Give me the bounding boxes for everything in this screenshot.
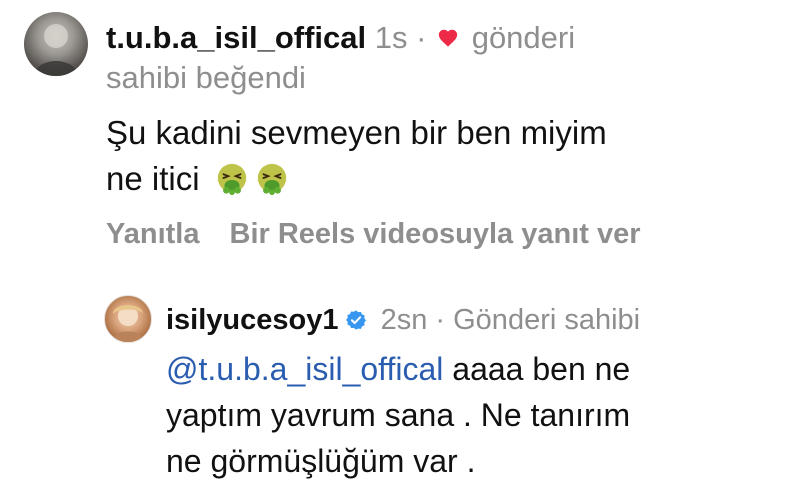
- reply-text-line3: ne görmüşlüğüm var .: [166, 443, 476, 479]
- reply-button[interactable]: Yanıtla: [106, 218, 200, 250]
- comment-thread: t.u.b.a_isil_offical 1s · gönderi sahibi…: [0, 0, 788, 492]
- reply-time: 2sn: [380, 304, 428, 336]
- avatar-post-owner[interactable]: [104, 295, 152, 343]
- reply-username[interactable]: isilyucesoy1: [166, 304, 339, 336]
- comment-text: Şu kadini sevmeyen bir ben miyim ne itic…: [106, 110, 766, 202]
- comment-time: 1s: [374, 20, 408, 55]
- comment-actions: Yanıtla Bir Reels videosuyla yanıt ver: [106, 214, 641, 254]
- reply-text-part1: aaaa ben ne: [452, 351, 631, 387]
- commenter-username[interactable]: t.u.b.a_isil_offical: [106, 20, 366, 55]
- post-owner-label: Gönderi sahibi: [453, 304, 641, 336]
- reels-reply-button[interactable]: Bir Reels videosuyla yanıt ver: [230, 218, 641, 250]
- comment-text-line2: ne itici: [106, 160, 200, 197]
- heart-icon: [438, 29, 458, 47]
- liked-by-author-label-part1: gönderi: [471, 20, 576, 55]
- avatar-silhouette-icon: [34, 24, 78, 76]
- meta-separator: ·: [416, 20, 427, 55]
- reply-text: @t.u.b.a_isil_offical aaaa ben ne yaptım…: [166, 346, 766, 484]
- avatar-commenter[interactable]: [24, 12, 88, 76]
- reply-meta-separator: ·: [435, 304, 446, 336]
- nauseated-face-emoji: [217, 163, 246, 196]
- comment-header: t.u.b.a_isil_offical 1s · gönderi sahibi…: [106, 18, 766, 98]
- liked-by-author-label-part2: sahibi beğendi: [106, 60, 306, 95]
- reply-text-line2: yaptım yavrum sana . Ne tanırım: [166, 397, 631, 433]
- reply-header: isilyucesoy1 2sn · Gönderi sahibi: [166, 300, 640, 340]
- comment-text-line1: Şu kadini sevmeyen bir ben miyim: [106, 114, 607, 151]
- nauseated-face-emoji: [257, 163, 286, 196]
- reply-mention-link[interactable]: @t.u.b.a_isil_offical: [166, 351, 443, 387]
- avatar-portrait-icon: [111, 305, 145, 342]
- verified-badge-icon: [345, 310, 366, 330]
